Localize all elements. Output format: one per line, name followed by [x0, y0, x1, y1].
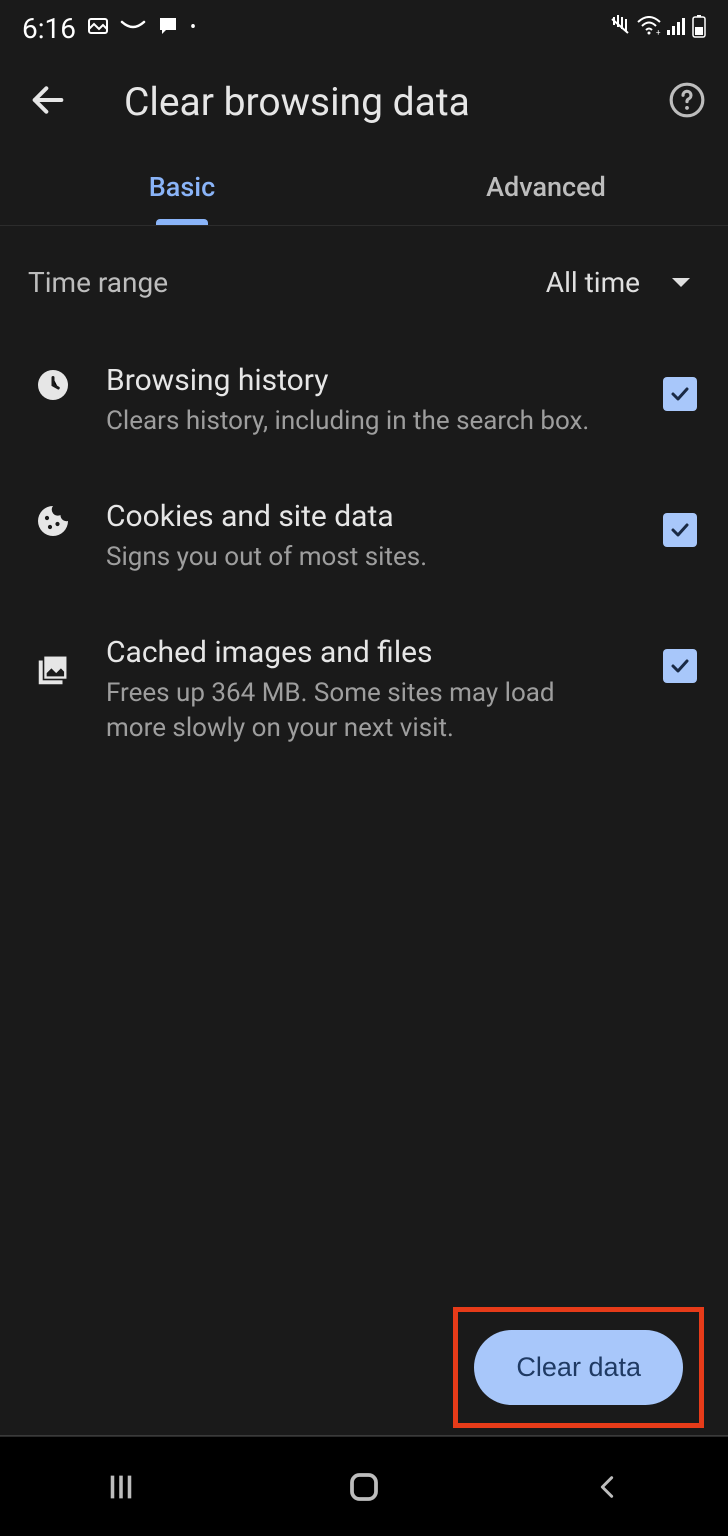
- option-browsing-history[interactable]: Browsing history Clears history, includi…: [0, 333, 728, 469]
- tabs: Basic Advanced: [0, 148, 728, 226]
- clear-data-label: Clear data: [516, 1352, 641, 1382]
- signal-icon: [666, 16, 688, 40]
- svg-text:+: +: [656, 28, 661, 36]
- photo-icon: [86, 14, 110, 42]
- app-bar: Clear browsing data: [0, 56, 728, 148]
- annotation-highlight: Clear data: [453, 1307, 704, 1428]
- checkbox-cache[interactable]: [660, 635, 700, 683]
- option-desc: Signs you out of most sites.: [106, 540, 616, 575]
- chat-icon: [156, 14, 180, 42]
- help-button[interactable]: [668, 81, 706, 123]
- nav-recents[interactable]: [71, 1457, 171, 1517]
- back-button[interactable]: [28, 80, 68, 124]
- status-time: 6:16: [22, 12, 76, 45]
- option-cache[interactable]: Cached images and files Frees up 364 MB.…: [0, 605, 728, 776]
- android-nav-bar: [0, 1436, 728, 1536]
- option-title: Cookies and site data: [106, 499, 616, 534]
- content: Time range All time Browsing history Cle…: [0, 226, 728, 776]
- cookie-icon: [28, 499, 78, 539]
- time-range-row[interactable]: Time range All time: [0, 266, 728, 333]
- checkbox-cookies[interactable]: [660, 499, 700, 547]
- vibrate-icon: [608, 15, 632, 41]
- tab-advanced[interactable]: Advanced: [364, 148, 728, 225]
- wifi-icon: +: [636, 16, 662, 40]
- footer: Clear data: [0, 1287, 728, 1434]
- checkbox-history[interactable]: [660, 363, 700, 411]
- option-desc: Frees up 364 MB. Some sites may load mor…: [106, 676, 616, 746]
- tab-basic-label: Basic: [149, 171, 215, 203]
- dot-icon: •: [190, 19, 196, 37]
- time-range-dropdown[interactable]: All time: [546, 266, 700, 299]
- nav-back[interactable]: [557, 1457, 657, 1517]
- time-range-label: Time range: [28, 266, 168, 299]
- option-title: Cached images and files: [106, 635, 616, 670]
- status-bar: 6:16 • +: [0, 0, 728, 56]
- tab-basic[interactable]: Basic: [0, 148, 364, 225]
- status-left: 6:16 •: [22, 12, 196, 45]
- image-stack-icon: [28, 635, 78, 689]
- clock-icon: [28, 363, 78, 403]
- time-range-value: All time: [546, 266, 640, 299]
- page-title: Clear browsing data: [124, 79, 668, 125]
- status-right: +: [608, 14, 706, 42]
- chevron-down-icon: [670, 276, 692, 290]
- battery-icon: [692, 14, 706, 42]
- amazon-icon: [120, 18, 146, 38]
- clear-data-button[interactable]: Clear data: [474, 1330, 683, 1405]
- option-title: Browsing history: [106, 363, 616, 398]
- nav-home[interactable]: [314, 1457, 414, 1517]
- tab-advanced-label: Advanced: [486, 171, 606, 203]
- option-cookies[interactable]: Cookies and site data Signs you out of m…: [0, 469, 728, 605]
- option-desc: Clears history, including in the search …: [106, 404, 616, 439]
